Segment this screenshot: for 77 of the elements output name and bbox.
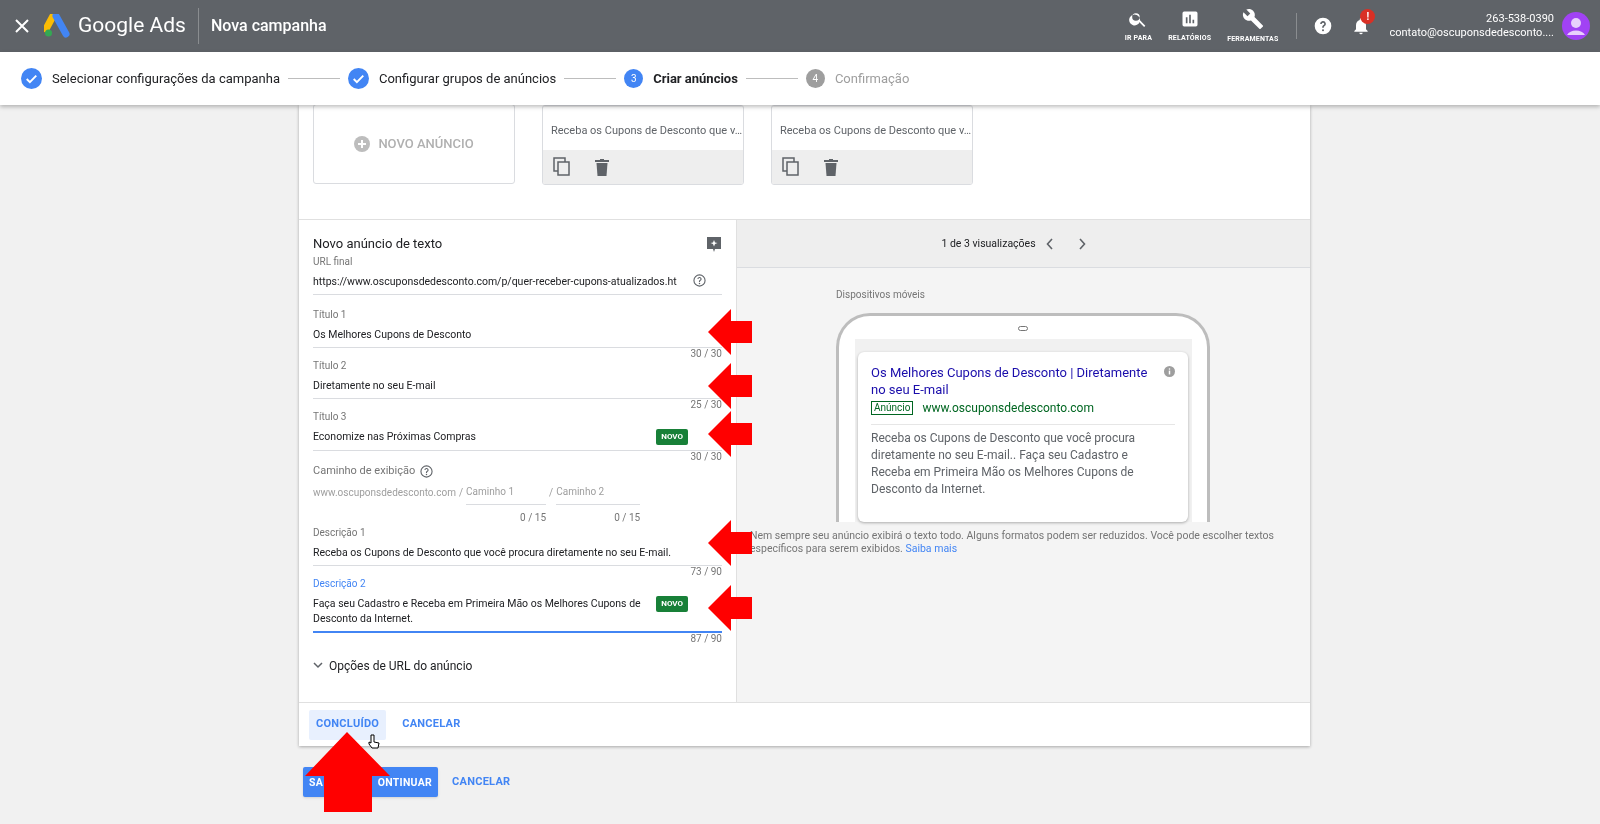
device-label: Dispositivos móveis bbox=[836, 289, 925, 300]
field-label: Título 1 bbox=[313, 309, 348, 321]
info-icon[interactable] bbox=[1164, 366, 1175, 377]
account-phone: 263-538-0390 bbox=[1486, 12, 1554, 26]
path-field[interactable]: Caminho 1 bbox=[466, 483, 547, 505]
char-counter: 30 / 30 bbox=[690, 348, 722, 360]
step-label[interactable]: Selecionar configurações da campanha bbox=[52, 68, 280, 89]
cancel-button[interactable]: CANCELAR bbox=[396, 709, 467, 740]
ad-description: Receba os Cupons de Desconto que você procura diretamente no seu E-mail.. Faça seu Cadastro e Receba em Primeira Mão os Melhores Cupons de Desconto da Internet. bbox=[871, 430, 1137, 498]
char-counter: 0 / 15 bbox=[520, 510, 547, 525]
field-value: Faça seu Cadastro e Receba em Primeira Mão os Melhores Cupons de Desconto da Internet. bbox=[313, 595, 642, 626]
ad-tag: Anúncio bbox=[871, 401, 914, 415]
char-counter: 87 / 90 bbox=[690, 632, 722, 645]
ad-headline[interactable]: Os Melhores Cupons de Desconto | Diretamente no seu E-mail bbox=[871, 364, 1175, 398]
field-value: https://www.oscuponsdedesconto.com/p/quer-receber-cupons-atualizados.ht bbox=[313, 274, 677, 289]
help-icon[interactable] bbox=[1313, 16, 1334, 36]
text-field[interactable]: Faça seu Cadastro e Receba em Primeira Mão os Melhores Cupons de Desconto da Internet. NOVO bbox=[313, 595, 706, 631]
ad-card[interactable]: Receba os Cupons de Desconto que v… bbox=[771, 105, 973, 185]
field-label: Descrição 2 bbox=[313, 577, 367, 590]
help-icon[interactable] bbox=[420, 464, 434, 478]
help-icon[interactable] bbox=[693, 274, 706, 287]
copy-icon[interactable] bbox=[782, 157, 800, 177]
field-label: Caminho de exibição bbox=[313, 463, 416, 479]
next-icon[interactable] bbox=[1077, 237, 1086, 250]
text-field[interactable]: Receba os Cupons de Desconto que você procura diretamente no seu E-mail. bbox=[313, 544, 706, 565]
field-value: Economize nas Próximas Compras bbox=[313, 429, 476, 444]
ad-url: www.oscuponsdedesconto.com bbox=[922, 400, 1094, 417]
text-field[interactable]: Diretamente no seu E-mail bbox=[313, 378, 706, 398]
field-label: URL final bbox=[313, 256, 354, 268]
path-separator: / bbox=[549, 485, 554, 500]
char-counter: 30 / 30 bbox=[690, 451, 722, 463]
field-value: Receba os Cupons de Desconto que você procura diretamente no seu E-mail. bbox=[313, 544, 671, 560]
field-label: Título 3 bbox=[313, 411, 348, 423]
notification-badge: ! bbox=[1360, 9, 1376, 24]
feedback-icon[interactable] bbox=[706, 235, 722, 253]
arrow-icon bbox=[708, 585, 752, 631]
ad-description: Receba os Cupons de Desconto que v… bbox=[780, 124, 971, 137]
previous-icon[interactable] bbox=[1045, 237, 1054, 250]
trash-icon[interactable] bbox=[824, 158, 838, 176]
close-icon[interactable] bbox=[14, 18, 30, 34]
copy-icon[interactable] bbox=[553, 157, 571, 177]
trash-icon[interactable] bbox=[595, 158, 609, 176]
path-separator: / bbox=[458, 485, 464, 500]
char-counter: 25 / 30 bbox=[690, 399, 722, 411]
char-counter: 73 / 90 bbox=[690, 565, 722, 578]
campaign-title: Nova campanha bbox=[210, 15, 327, 37]
char-counter: 0 / 15 bbox=[614, 510, 641, 525]
logo-icon bbox=[44, 14, 70, 38]
avatar-icon[interactable] bbox=[1562, 12, 1590, 40]
ad-card[interactable]: Receba os Cupons de Desconto que v… bbox=[542, 105, 744, 185]
field-label: Descrição 1 bbox=[313, 526, 367, 539]
display-domain: www.oscuponsdedesconto.com bbox=[313, 485, 456, 500]
url-options-toggle[interactable]: Opções de URL do anúncio bbox=[313, 656, 473, 675]
wrench-icon bbox=[1241, 7, 1264, 30]
plus-icon bbox=[354, 136, 371, 152]
step-label[interactable]: Configurar grupos de anúncios bbox=[378, 68, 557, 89]
text-field[interactable]: Economize nas Próximas Compras NOVO bbox=[313, 429, 706, 450]
field-label: Título 2 bbox=[313, 360, 348, 372]
step-number: 3 bbox=[624, 69, 644, 88]
text-field[interactable]: https://www.oscuponsdedesconto.com/p/quer-receber-cupons-atualizados.ht bbox=[313, 274, 706, 294]
path-field[interactable]: Caminho 2 bbox=[556, 483, 641, 505]
field-value: Os Melhores Cupons de Desconto bbox=[313, 327, 472, 342]
ad-description: Receba os Cupons de Desconto que v… bbox=[551, 124, 742, 137]
arrow-icon bbox=[708, 309, 752, 355]
new-badge: NOVO bbox=[656, 595, 688, 612]
text-field[interactable]: Os Melhores Cupons de Desconto bbox=[313, 327, 706, 347]
new-badge: NOVO bbox=[656, 429, 688, 445]
new-ad-label: NOVO ANÚNCIO bbox=[378, 135, 474, 154]
brand-name: Google Ads bbox=[78, 12, 186, 40]
account-email: contato@oscuponsdedesconto.... bbox=[1389, 26, 1554, 40]
step-number: 4 bbox=[805, 69, 825, 88]
step-label[interactable]: Criar anúncios bbox=[653, 68, 738, 89]
field-value: Diretamente no seu E-mail bbox=[313, 378, 436, 393]
preview-pager: 1 de 3 visualizações bbox=[941, 235, 1036, 252]
arrow-icon bbox=[708, 520, 752, 566]
editor-title: Novo anúncio de texto bbox=[313, 235, 443, 254]
arrow-icon bbox=[708, 363, 752, 409]
